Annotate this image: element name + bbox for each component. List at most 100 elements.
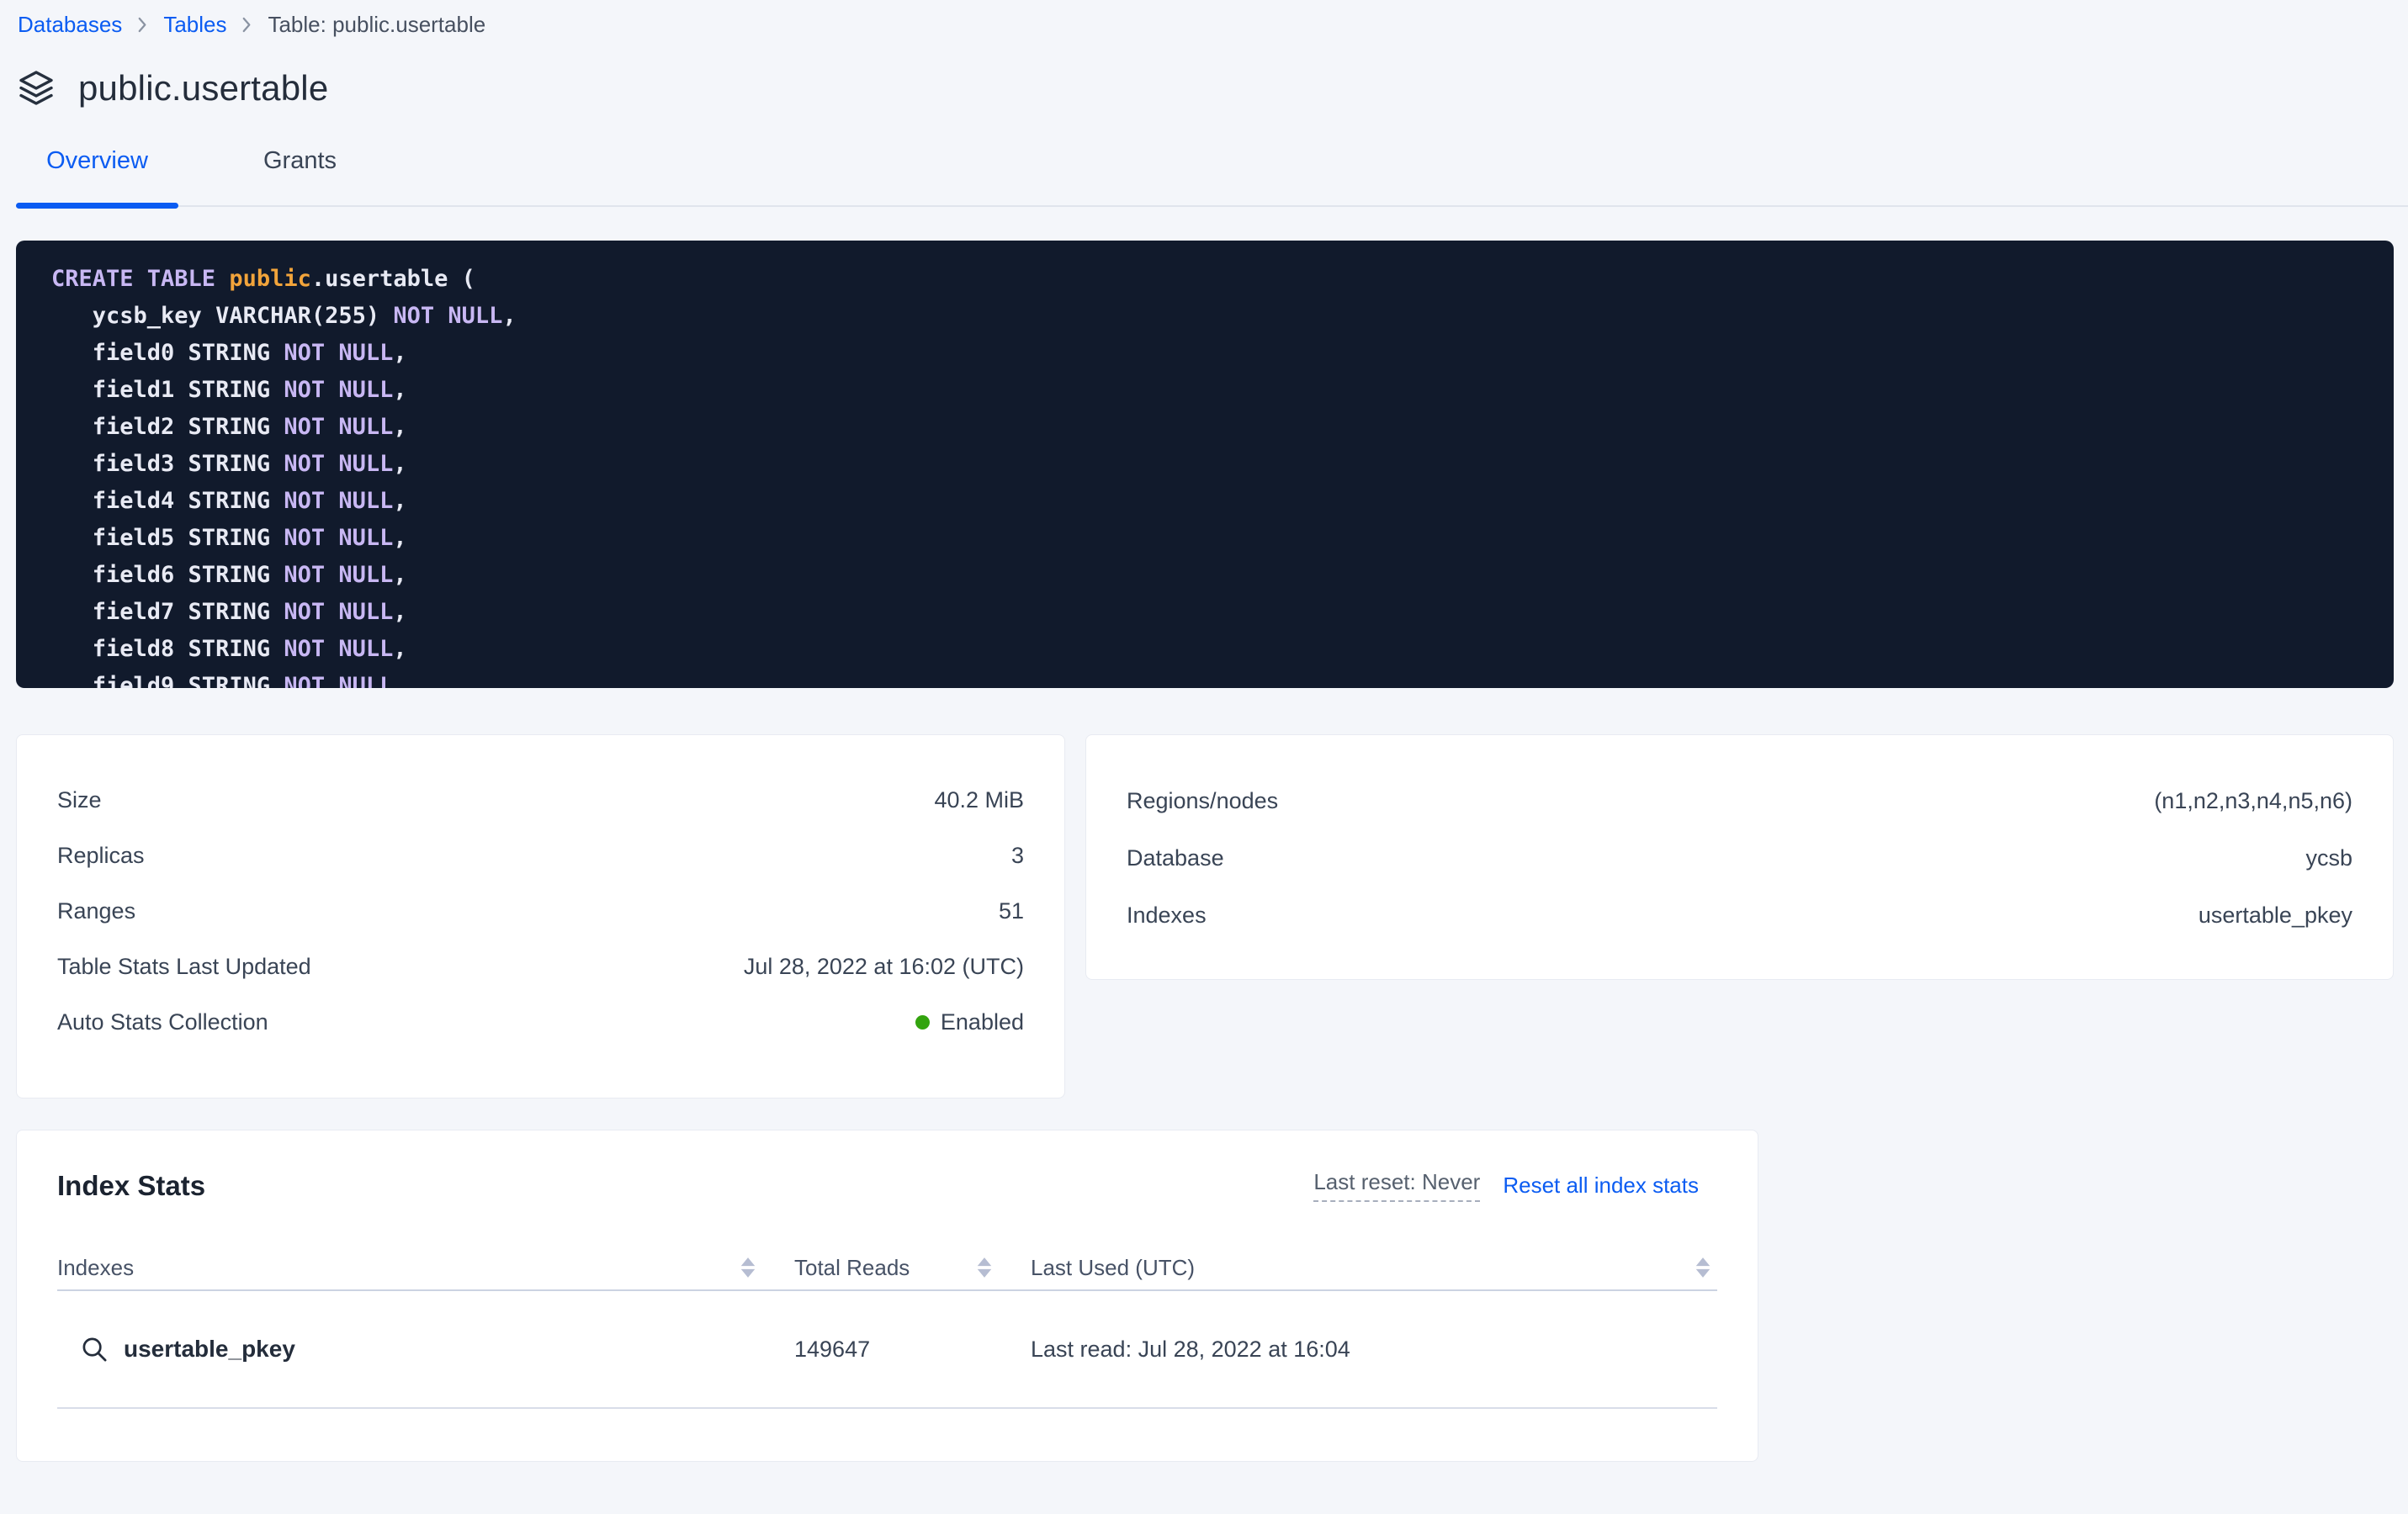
sql-token: NOT NULL: [284, 636, 393, 662]
table-meta-card: Regions/nodes(n1,n2,n3,n4,n5,n6) Database…: [1085, 734, 2394, 980]
detail-value: 3: [1011, 843, 1024, 869]
detail-value: (n1,n2,n3,n4,n5,n6): [2154, 788, 2352, 814]
index-stats-title: Index Stats: [57, 1170, 205, 1202]
sql-token: NOT NULL: [284, 599, 393, 625]
sql-token: field1 STRING: [51, 377, 284, 403]
sql-token: NOT NULL: [284, 525, 393, 551]
detail-row: Auto Stats CollectionEnabled: [57, 994, 1024, 1050]
index-name-cell: usertable_pkey: [57, 1336, 794, 1363]
detail-row: Regions/nodes(n1,n2,n3,n4,n5,n6): [1127, 772, 2352, 829]
breadcrumb-link-databases[interactable]: Databases: [18, 12, 122, 38]
page-title: public.usertable: [78, 68, 328, 109]
sql-line: field3 STRING NOT NULL,: [51, 446, 2358, 483]
index-name-link[interactable]: usertable_pkey: [124, 1336, 295, 1363]
index-stats-controls: Last reset: Never Reset all index stats: [1313, 1169, 1717, 1202]
sql-token: NOT NULL: [393, 303, 502, 329]
detail-row: Size 40.2 MiB: [57, 772, 1024, 828]
sort-icon[interactable]: [739, 1255, 757, 1280]
sql-token: NOT NULL: [284, 562, 393, 588]
details-section: Size40.2 MiBReplicas3Ranges51Table Stats…: [16, 734, 2408, 1098]
column-header-last-used[interactable]: Last Used (UTC): [1031, 1255, 1717, 1281]
detail-value: 40.2 MiB: [934, 787, 1024, 813]
column-header-total-reads[interactable]: Total Reads: [794, 1255, 1031, 1281]
sql-line: field4 STRING NOT NULL,: [51, 483, 2358, 520]
sql-token: ycsb_key VARCHAR(255): [51, 303, 393, 329]
detail-label: Size: [57, 787, 102, 813]
detail-label: Replicas: [57, 843, 145, 869]
breadcrumb: Databases Tables Table: public.usertable: [18, 12, 2408, 38]
index-stats-header: Index Stats Last reset: Never Reset all …: [57, 1169, 1717, 1202]
sql-line: field0 STRING NOT NULL,: [51, 335, 2358, 372]
sql-token: ,: [393, 599, 406, 625]
detail-row: Indexes usertable_pkey: [1127, 887, 2352, 944]
sql-token: ,: [393, 525, 406, 551]
chevron-right-icon: [241, 15, 253, 34]
sql-token: field2 STRING: [51, 414, 284, 440]
sql-token: CREATE TABLE: [51, 266, 229, 292]
sql-token: field4 STRING: [51, 488, 284, 514]
table-details-page: Databases Tables Table: public.usertable…: [0, 12, 2408, 1462]
tab-overview[interactable]: Overview: [16, 140, 178, 205]
breadcrumb-link-tables[interactable]: Tables: [163, 12, 226, 38]
sql-token: field7 STRING: [51, 599, 284, 625]
sql-token: ,: [393, 562, 406, 588]
column-header-indexes[interactable]: Indexes: [57, 1255, 794, 1281]
sort-icon[interactable]: [1694, 1255, 1712, 1280]
reset-all-index-stats-link[interactable]: Reset all index stats: [1503, 1173, 1699, 1199]
table-stats-card: Size40.2 MiBReplicas3Ranges51Table Stats…: [16, 734, 1065, 1098]
sql-token: ,: [502, 303, 516, 329]
sql-token: field5 STRING: [51, 525, 284, 551]
sql-token: ,: [393, 340, 406, 366]
sql-token: .usertable (: [311, 266, 475, 292]
sql-token: NOT NULL: [284, 414, 393, 440]
detail-label: Table Stats Last Updated: [57, 954, 311, 980]
sql-token: public: [229, 266, 311, 292]
sql-token: NOT NULL: [284, 673, 393, 688]
detail-row: Table Stats Last Updated Jul 28, 2022 at …: [57, 939, 1024, 994]
detail-value-text: usertable_pkey: [2198, 903, 2352, 929]
detail-value-text: ycsb: [2305, 845, 2352, 871]
sql-token: NOT NULL: [284, 451, 393, 477]
detail-value-text: 3: [1011, 843, 1024, 869]
status-dot-green: [915, 1015, 930, 1030]
detail-row: Replicas 3: [57, 828, 1024, 883]
sql-token: NOT NULL: [284, 488, 393, 514]
tab-grants[interactable]: Grants: [219, 140, 381, 205]
detail-value-text: 40.2 MiB: [934, 787, 1024, 813]
sql-line: field8 STRING NOT NULL,: [51, 631, 2358, 668]
detail-value-text: 51: [999, 898, 1024, 924]
detail-label: Auto Stats Collection: [57, 1009, 268, 1035]
detail-value: Jul 28, 2022 at 16:02 (UTC): [744, 954, 1024, 980]
table-stack-icon: [16, 68, 56, 109]
index-last-used: Last read: Jul 28, 2022 at 16:04: [1031, 1337, 1717, 1363]
sql-line: field9 STRING NOT NULL,: [51, 668, 2358, 688]
sort-icon[interactable]: [975, 1255, 994, 1280]
column-label: Last Used (UTC): [1031, 1255, 1195, 1281]
detail-label: Database: [1127, 845, 1224, 871]
magnifier-icon: [81, 1336, 109, 1363]
sql-token: field6 STRING: [51, 562, 284, 588]
sql-line: field7 STRING NOT NULL,: [51, 594, 2358, 631]
page-header: public.usertable: [16, 68, 2408, 109]
tab-bar: Overview Grants: [16, 140, 2408, 207]
sql-token: field0 STRING: [51, 340, 284, 366]
index-stats-card: Index Stats Last reset: Never Reset all …: [16, 1130, 1758, 1462]
sql-token: ,: [393, 636, 406, 662]
detail-label: Indexes: [1127, 903, 1207, 929]
index-table-body: usertable_pkey 149647Last read: Jul 28, 2…: [57, 1291, 1717, 1409]
sql-token: field9 STRING: [51, 673, 284, 688]
sql-token: NOT NULL: [284, 377, 393, 403]
sql-token: ,: [393, 488, 406, 514]
column-label: Total Reads: [794, 1255, 910, 1281]
sql-line: field6 STRING NOT NULL,: [51, 557, 2358, 594]
index-table-row[interactable]: usertable_pkey 149647Last read: Jul 28, 2…: [57, 1291, 1717, 1409]
create-table-statement[interactable]: CREATE TABLE public.usertable ( ycsb_key…: [16, 241, 2394, 688]
index-total-reads: 149647: [794, 1337, 1031, 1363]
detail-value: 51: [999, 898, 1024, 924]
last-reset-label[interactable]: Last reset: Never: [1313, 1169, 1480, 1202]
sql-line: CREATE TABLE public.usertable (: [51, 261, 2358, 298]
sql-token: ,: [393, 414, 406, 440]
sql-line: ycsb_key VARCHAR(255) NOT NULL,: [51, 298, 2358, 335]
detail-value: ycsb: [2305, 845, 2352, 871]
detail-value-text: Jul 28, 2022 at 16:02 (UTC): [744, 954, 1024, 980]
